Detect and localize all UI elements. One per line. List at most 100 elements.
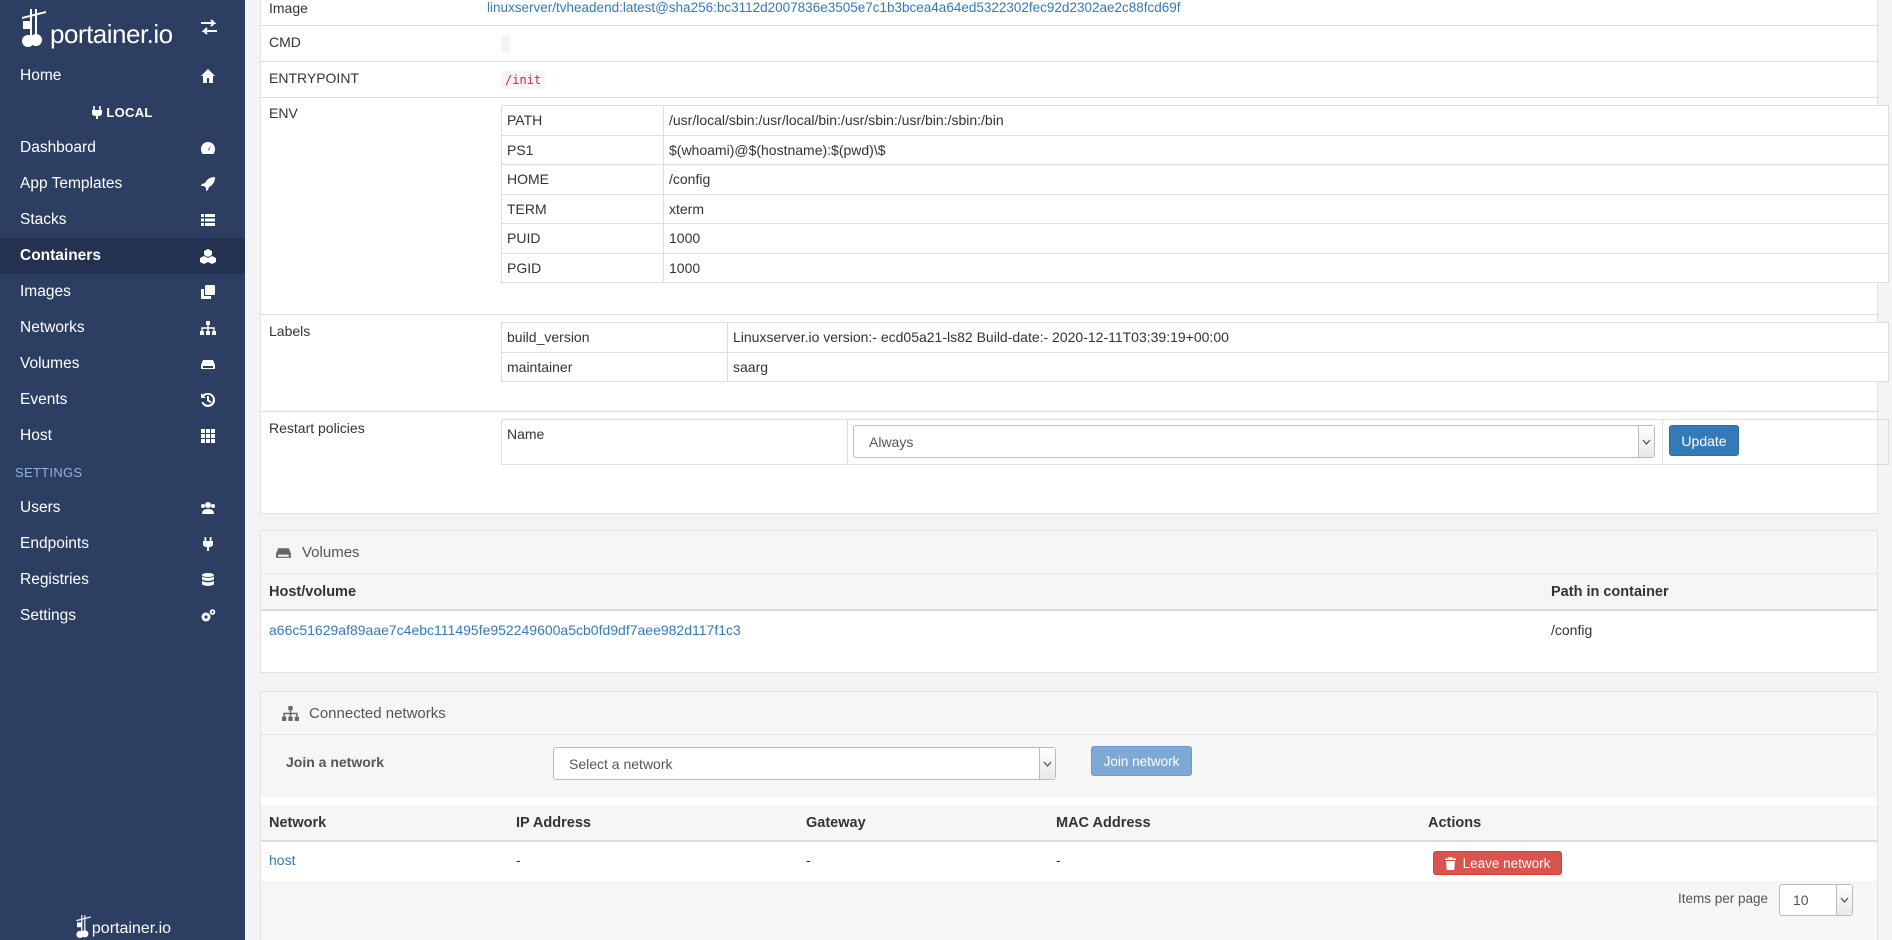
- restart-policy-box: Name Always Update: [501, 419, 1889, 465]
- volumes-widget: Volumes Host/volume Path in container a6…: [260, 530, 1878, 673]
- sidebar-item-label: Dashboard: [20, 139, 96, 156]
- table-row: HOME/config: [501, 164, 1889, 195]
- join-network-button[interactable]: Join network: [1091, 746, 1192, 776]
- col-gateway: Gateway: [806, 815, 866, 831]
- label-key: build_version: [501, 322, 728, 353]
- table-row: build_version Linuxserver.io version:- ec…: [501, 322, 1889, 353]
- tachometer-icon: [199, 139, 217, 157]
- sidebar-item-label: Images: [20, 283, 71, 300]
- sitemap-icon: [282, 705, 299, 721]
- cogs-icon: [199, 607, 217, 625]
- history-icon: [199, 391, 217, 409]
- sidebar: portainer.io Home LOCAL Dashboard App Te…: [0, 0, 245, 940]
- sidebar-item-volumes[interactable]: Volumes: [0, 346, 245, 382]
- col-mac-address: MAC Address: [1056, 815, 1151, 831]
- env-value: $(whoami)@$(hostname):$(pwd)\$: [663, 134, 1889, 165]
- chevron-down-icon: [1836, 885, 1852, 915]
- items-per-page-select[interactable]: 10: [1779, 884, 1853, 916]
- networks-table-header: Network IP Address Gateway MAC Address A…: [261, 806, 1877, 842]
- sidebar-item-registries[interactable]: Registries: [0, 562, 245, 598]
- labels-row: Labels build_version Linuxserver.io versi…: [261, 314, 1889, 411]
- network-gateway: -: [806, 852, 811, 868]
- home-icon: [199, 67, 217, 85]
- main-content: Image linuxserver/tvheadend:latest@sha25…: [245, 0, 1892, 940]
- sidebar-item-home[interactable]: Home: [0, 58, 245, 94]
- divider: [1662, 420, 1663, 464]
- env-key: HOME: [501, 164, 664, 195]
- env-value: 1000: [663, 223, 1889, 254]
- labels-label: Labels: [269, 323, 311, 339]
- restart-policies-label: Restart policies: [269, 420, 365, 436]
- brand-name: portainer.io: [50, 19, 173, 49]
- pagination-footer: Items per page 10: [261, 881, 1877, 940]
- sidebar-footer-logo: portainer.io: [0, 914, 245, 938]
- sidebar-item-events[interactable]: Events: [0, 382, 245, 418]
- table-row: maintainer saarg: [501, 351, 1889, 382]
- image-label: Image: [269, 0, 308, 16]
- sidebar-item-settings[interactable]: Settings: [0, 598, 245, 634]
- network-select[interactable]: Select a network: [553, 747, 1056, 780]
- env-key: PGID: [501, 252, 664, 283]
- env-row: ENV PATH/usr/local/sbin:/usr/local/bin:/…: [261, 97, 1889, 314]
- plug-icon: [199, 535, 217, 553]
- sidebar-item-app-templates[interactable]: App Templates: [0, 166, 245, 202]
- sidebar-item-users[interactable]: Users: [0, 490, 245, 526]
- items-per-page-label: Items per page: [1678, 891, 1769, 906]
- env-value: xterm: [663, 193, 1889, 224]
- container-details-widget: Image linuxserver/tvheadend:latest@sha25…: [260, 0, 1889, 514]
- crane-logo-icon: [76, 915, 91, 938]
- volume-link[interactable]: a66c51629af89aae7c4ebc111495fe952249600a…: [269, 622, 741, 638]
- cmd-value: [501, 35, 510, 53]
- footer-brand-name: portainer.io: [91, 920, 172, 937]
- sidebar-item-containers[interactable]: Containers: [0, 238, 245, 274]
- sidebar-item-images[interactable]: Images: [0, 274, 245, 310]
- network-select-placeholder: Select a network: [569, 755, 673, 772]
- restart-name-label: Name: [507, 426, 545, 442]
- env-label: ENV: [269, 105, 298, 121]
- sidebar-item-networks[interactable]: Networks: [0, 310, 245, 346]
- hdd-icon: [199, 355, 217, 373]
- sidebar-item-host[interactable]: Host: [0, 418, 245, 454]
- sidebar-item-label: Settings: [20, 607, 77, 624]
- col-network: Network: [269, 815, 327, 831]
- hdd-icon: [276, 547, 291, 558]
- settings-heading: SETTINGS: [15, 464, 83, 480]
- restart-policy-select[interactable]: Always: [853, 425, 1655, 458]
- cubes-icon: [199, 247, 217, 265]
- table-row: PS1 $(whoami)@$(hostname):$(pwd)\$: [501, 134, 1889, 165]
- labels-table: build_version Linuxserver.io version:- ec…: [501, 322, 1889, 382]
- network-ip: -: [516, 852, 521, 868]
- endpoint-name: LOCAL: [106, 104, 153, 120]
- leave-network-button[interactable]: Leave network: [1433, 851, 1562, 875]
- col-host-volume: Host/volume: [269, 584, 357, 600]
- chevron-down-icon: [1039, 748, 1055, 779]
- col-path-in-container: Path in container: [1551, 584, 1669, 600]
- networks-header: Connected networks: [261, 692, 1877, 735]
- restart-policy-value: Always: [869, 433, 914, 450]
- sidebar-item-label: Networks: [20, 319, 85, 336]
- volumes-table-header: Host/volume Path in container: [261, 574, 1877, 611]
- table-row: a66c51629af89aae7c4ebc111495fe952249600a…: [261, 613, 1877, 650]
- chevron-down-icon: [1638, 426, 1654, 457]
- sidebar-item-endpoints[interactable]: Endpoints: [0, 526, 245, 562]
- network-link[interactable]: host: [269, 852, 295, 868]
- exchange-icon[interactable]: [199, 17, 219, 37]
- update-button[interactable]: Update: [1669, 425, 1739, 456]
- sitemap-icon: [199, 319, 217, 337]
- sidebar-item-label: Host: [20, 427, 52, 444]
- sidebar-item-label: Events: [20, 391, 68, 408]
- env-value: /config: [663, 164, 1889, 195]
- list-icon: [199, 211, 217, 229]
- clone-icon: [199, 283, 217, 301]
- sidebar-item-label: Containers: [20, 247, 101, 264]
- sidebar-item-dashboard[interactable]: Dashboard: [0, 130, 245, 166]
- label-value: saarg: [727, 351, 1889, 382]
- env-value: 1000: [663, 252, 1889, 283]
- portainer-logo[interactable]: portainer.io: [18, 7, 173, 47]
- entrypoint-label: ENTRYPOINT: [269, 70, 359, 86]
- sidebar-item-label: Volumes: [20, 355, 80, 372]
- sidebar-item-stacks[interactable]: Stacks: [0, 202, 245, 238]
- brand: portainer.io: [0, 0, 245, 54]
- rocket-icon: [199, 175, 217, 193]
- image-link[interactable]: linuxserver/tvheadend:latest@sha256:bc31…: [487, 0, 1181, 15]
